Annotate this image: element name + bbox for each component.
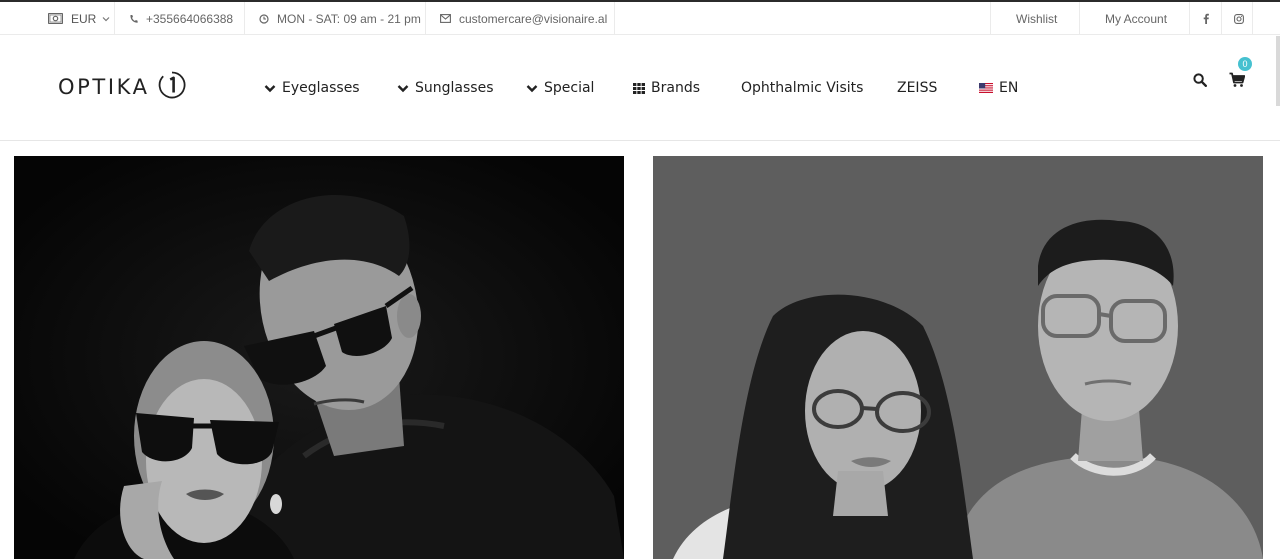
site-logo[interactable]: OPTIKA: [58, 71, 186, 104]
divider: [1221, 2, 1222, 35]
hero-photo-right: [653, 156, 1263, 559]
cart-icon[interactable]: [1229, 72, 1246, 93]
logo-mark-icon: [158, 71, 186, 104]
hero-photo-left: [14, 156, 624, 559]
divider: [1189, 2, 1190, 35]
nav-special[interactable]: Special: [526, 76, 594, 100]
money-icon: [48, 13, 63, 24]
nav-ophthalmic-visits-label: Ophthalmic Visits: [741, 80, 864, 96]
divider: [990, 2, 991, 35]
hours-text: MON - SAT: 09 am - 21 pm: [277, 11, 421, 26]
facebook-icon: [1203, 13, 1209, 24]
email-contact[interactable]: customercare@visionaire.al: [440, 2, 607, 35]
my-account-label: My Account: [1105, 11, 1168, 26]
phone-number: +355664066388: [146, 11, 234, 26]
search-icon[interactable]: [1193, 73, 1207, 92]
grid-icon: [633, 82, 645, 94]
language-label: EN: [999, 80, 1019, 96]
chevron-down-icon: [102, 16, 110, 22]
divider: [614, 2, 615, 35]
site-header: OPTIKA Eyeglasses Sunglasses Special Bra…: [0, 36, 1280, 141]
cart-count-badge: 0: [1238, 57, 1252, 71]
divider: [425, 2, 426, 35]
phone-contact[interactable]: +355664066388: [129, 2, 233, 35]
currency-selector[interactable]: EUR: [48, 2, 110, 35]
nav-sunglasses-label: Sunglasses: [415, 80, 494, 96]
wishlist-label: Wishlist: [1016, 11, 1058, 26]
logo-text: OPTIKA: [58, 75, 150, 99]
nav-eyeglasses[interactable]: Eyeglasses: [264, 76, 360, 100]
language-selector[interactable]: EN: [979, 76, 1018, 100]
facebook-link[interactable]: [1203, 2, 1209, 35]
wishlist-link[interactable]: Wishlist: [1016, 2, 1057, 35]
instagram-link[interactable]: [1234, 2, 1244, 35]
opening-hours: MON - SAT: 09 am - 21 pm: [259, 2, 421, 35]
envelope-icon: [440, 14, 451, 23]
currency-label: EUR: [71, 11, 97, 26]
clock-icon: [259, 13, 269, 24]
chevron-down-icon: [526, 84, 538, 93]
nav-zeiss-label: ZEISS: [897, 80, 938, 96]
nav-sunglasses[interactable]: Sunglasses: [397, 76, 493, 100]
divider: [1252, 2, 1253, 35]
hero-image-sunglasses[interactable]: [14, 156, 624, 559]
email-address: customercare@visionaire.al: [459, 11, 608, 26]
hero-image-eyeglasses[interactable]: [653, 156, 1263, 559]
nav-special-label: Special: [544, 80, 595, 96]
divider: [1079, 2, 1080, 35]
nav-ophthalmic-visits[interactable]: Ophthalmic Visits: [741, 76, 863, 100]
top-bar: EUR +355664066388 MON - SAT: 09 am - 21 …: [0, 2, 1280, 35]
chevron-down-icon: [264, 84, 276, 93]
divider: [114, 2, 115, 35]
us-flag-icon: [979, 83, 993, 93]
nav-eyeglasses-label: Eyeglasses: [282, 80, 360, 96]
nav-brands[interactable]: Brands: [633, 76, 700, 100]
phone-icon: [129, 14, 138, 24]
divider: [244, 2, 245, 35]
my-account-link[interactable]: My Account: [1105, 2, 1167, 35]
scrollbar-thumb[interactable]: [1276, 36, 1280, 106]
nav-zeiss[interactable]: ZEISS: [897, 76, 937, 100]
chevron-down-icon: [397, 84, 409, 93]
instagram-icon: [1234, 13, 1244, 24]
nav-brands-label: Brands: [651, 80, 700, 96]
